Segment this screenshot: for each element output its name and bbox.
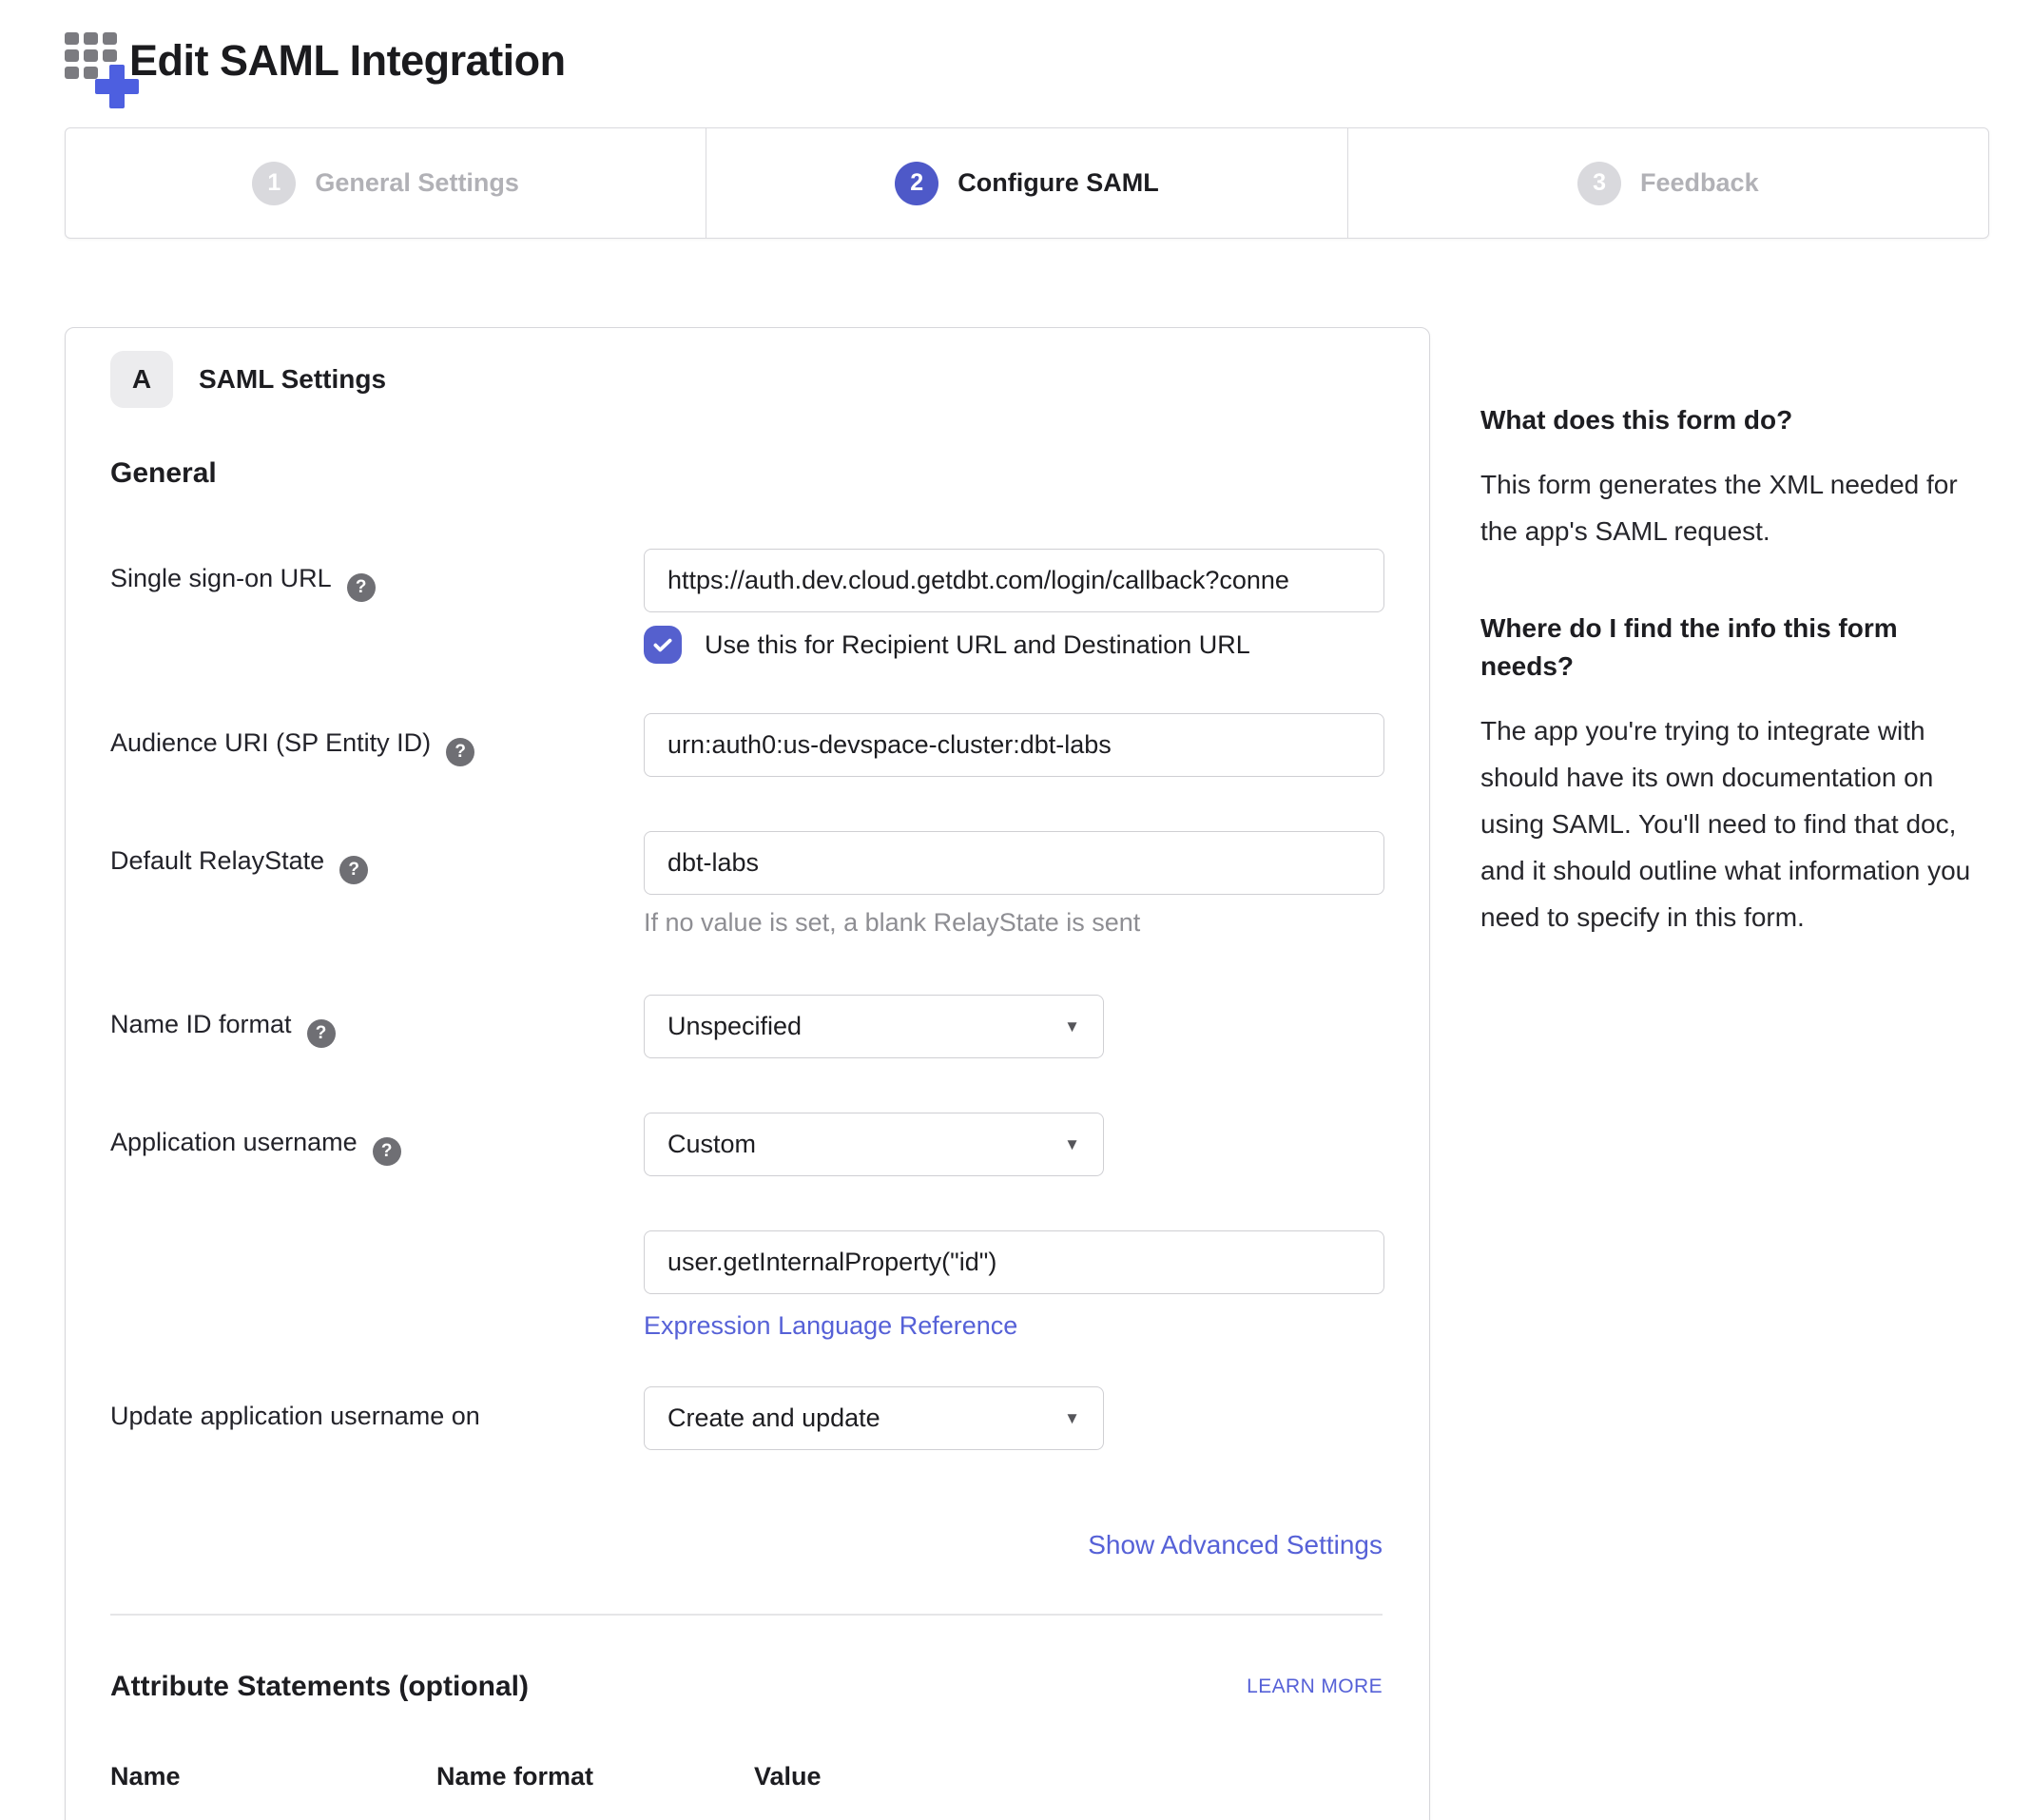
custom-expression-spacer — [110, 1230, 644, 1246]
audience-uri-control — [644, 713, 1384, 777]
sidebar-question-2: Where do I find the info this form needs… — [1480, 610, 1989, 687]
update-username-row: Update application username on Create an… — [110, 1386, 1383, 1450]
grid-square — [103, 49, 117, 62]
learn-more-link[interactable]: LEARN MORE — [1247, 1675, 1383, 1698]
show-advanced-settings-link[interactable]: Show Advanced Settings — [1088, 1530, 1383, 1559]
saml-settings-card: A SAML Settings General Single sign-on U… — [65, 327, 1430, 1820]
step-2-label: Configure SAML — [957, 168, 1158, 198]
name-id-format-control: Unspecified ▼ — [644, 995, 1383, 1058]
name-id-format-select[interactable]: Unspecified ▼ — [644, 995, 1104, 1058]
step-3-label: Feedback — [1640, 168, 1759, 198]
add-app-grid-icon — [65, 32, 126, 89]
step-2-circle: 2 — [895, 162, 938, 205]
name-id-format-value: Unspecified — [667, 1012, 802, 1041]
chevron-down-icon: ▼ — [1064, 1018, 1080, 1035]
help-icon[interactable]: ? — [339, 856, 368, 884]
help-icon[interactable]: ? — [307, 1019, 336, 1048]
update-username-control: Create and update ▼ — [644, 1386, 1383, 1450]
app-username-row: Application username? Custom ▼ — [110, 1113, 1383, 1176]
section-header: A SAML Settings — [110, 351, 1383, 408]
relay-state-helper: If no value is set, a blank RelayState i… — [644, 908, 1384, 938]
attribute-statements-header: Attribute Statements (optional) LEARN MO… — [110, 1671, 1383, 1703]
name-id-format-label: Name ID format? — [110, 995, 644, 1048]
app-username-control: Custom ▼ — [644, 1113, 1383, 1176]
recipient-url-checkbox-row: Use this for Recipient URL and Destinati… — [644, 626, 1383, 664]
update-username-value: Create and update — [667, 1404, 880, 1433]
custom-expression-row: Expression Language Reference — [110, 1230, 1383, 1341]
audience-uri-input[interactable] — [644, 713, 1384, 777]
update-username-select[interactable]: Create and update ▼ — [644, 1386, 1104, 1450]
audience-uri-label: Audience URI (SP Entity ID)? — [110, 713, 644, 766]
relay-state-row: Default RelayState? If no value is set, … — [110, 831, 1383, 938]
attribute-statements-title: Attribute Statements (optional) — [110, 1671, 529, 1703]
step-feedback[interactable]: 3 Feedback — [1347, 128, 1988, 238]
column-header-value: Value — [754, 1762, 822, 1791]
grid-square — [84, 49, 98, 62]
grid-square — [65, 67, 79, 79]
page-header: Edit SAML Integration — [65, 25, 1989, 97]
help-icon[interactable]: ? — [373, 1137, 401, 1166]
sso-url-control — [644, 549, 1384, 612]
recipient-url-checkbox[interactable] — [644, 626, 682, 664]
step-1-circle: 1 — [252, 162, 296, 205]
step-3-circle: 3 — [1577, 162, 1621, 205]
step-configure-saml[interactable]: 2 Configure SAML — [706, 128, 1346, 238]
app-username-value: Custom — [667, 1130, 756, 1159]
wizard-stepper: 1 General Settings 2 Configure SAML 3 Fe… — [65, 127, 1989, 239]
sso-url-label: Single sign-on URL? — [110, 549, 644, 602]
column-header-name-format: Name format — [436, 1762, 754, 1791]
app-username-select[interactable]: Custom ▼ — [644, 1113, 1104, 1176]
page-title: Edit SAML Integration — [129, 36, 566, 86]
update-username-label: Update application username on — [110, 1386, 644, 1431]
app-username-label: Application username? — [110, 1113, 644, 1166]
attribute-table-header: Name Name format Value — [110, 1762, 1383, 1791]
general-heading: General — [110, 457, 1383, 490]
column-header-name: Name — [110, 1762, 436, 1791]
custom-expression-control: Expression Language Reference — [644, 1230, 1384, 1341]
help-sidebar: What does this form do? This form genera… — [1480, 327, 1989, 940]
relay-state-label-text: Default RelayState — [110, 846, 324, 875]
audience-uri-row: Audience URI (SP Entity ID)? — [110, 713, 1383, 777]
sso-url-row: Single sign-on URL? — [110, 549, 1383, 612]
section-divider — [110, 1614, 1383, 1616]
step-1-label: General Settings — [315, 168, 519, 198]
plus-icon — [95, 65, 139, 108]
audience-uri-label-text: Audience URI (SP Entity ID) — [110, 728, 431, 757]
content-row: A SAML Settings General Single sign-on U… — [65, 327, 1989, 1820]
sidebar-answer-1: This form generates the XML needed for t… — [1480, 461, 1989, 554]
grid-square — [65, 32, 79, 45]
custom-expression-input[interactable] — [644, 1230, 1384, 1294]
advanced-settings-row: Show Advanced Settings — [110, 1530, 1383, 1560]
relay-state-input[interactable] — [644, 831, 1384, 895]
sidebar-answer-2: The app you're trying to integrate with … — [1480, 707, 1989, 940]
sso-url-label-text: Single sign-on URL — [110, 564, 332, 592]
grid-square — [65, 49, 79, 62]
section-title: SAML Settings — [199, 364, 386, 395]
section-badge: A — [110, 351, 173, 408]
check-icon — [650, 632, 675, 657]
step-general-settings[interactable]: 1 General Settings — [66, 128, 706, 238]
help-icon[interactable]: ? — [446, 738, 474, 766]
chevron-down-icon: ▼ — [1064, 1410, 1080, 1426]
relay-state-label: Default RelayState? — [110, 831, 644, 884]
sidebar-question-1: What does this form do? — [1480, 401, 1989, 440]
name-id-format-label-text: Name ID format — [110, 1010, 292, 1038]
update-username-label-text: Update application username on — [110, 1402, 480, 1430]
recipient-url-checkbox-label: Use this for Recipient URL and Destinati… — [705, 630, 1250, 660]
expression-language-reference-link[interactable]: Expression Language Reference — [644, 1311, 1017, 1341]
grid-square — [103, 32, 117, 45]
sso-url-input[interactable] — [644, 549, 1384, 612]
app-username-label-text: Application username — [110, 1128, 358, 1156]
relay-state-control: If no value is set, a blank RelayState i… — [644, 831, 1384, 938]
chevron-down-icon: ▼ — [1064, 1136, 1080, 1152]
page: Edit SAML Integration 1 General Settings… — [0, 25, 2031, 1820]
grid-square — [84, 32, 98, 45]
help-icon[interactable]: ? — [347, 573, 376, 602]
name-id-format-row: Name ID format? Unspecified ▼ — [110, 995, 1383, 1058]
